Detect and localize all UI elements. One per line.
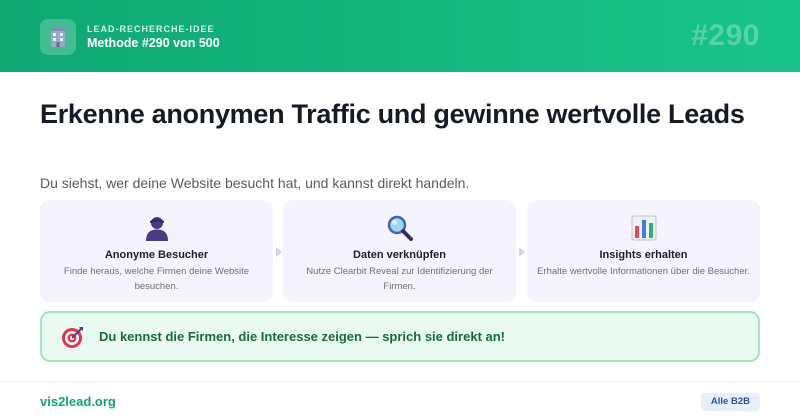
step-card-insights-erhalten: Insights erhalten Erhalte wertvolle Info…	[527, 200, 760, 302]
callout-box: Du kennst die Firmen, die Interesse zeig…	[40, 311, 760, 362]
header-kicker: LEAD-RECHERCHE-IDEE	[87, 24, 215, 34]
step-arrow-icon	[519, 247, 525, 257]
step-title: Anonyme Besucher	[104, 249, 209, 261]
step-arrow-icon	[276, 247, 282, 257]
page-subtitle: Du siehst, wer deine Website besucht hat…	[40, 175, 470, 191]
callout-text: Du kennst die Firmen, die Interesse zeig…	[99, 329, 506, 344]
step-description: Nutze Clearbit Reveal zur Identifizierun…	[306, 266, 493, 292]
person-silhouette-icon	[145, 217, 168, 241]
bar-chart-icon	[631, 215, 656, 241]
page-title: Erkenne anonymen Traffic und gewinne wer…	[40, 99, 745, 129]
footer-divider	[0, 381, 800, 382]
step-card-daten-verknuepfen: Daten verknüpfen Nutze Clearbit Reveal z…	[283, 200, 516, 302]
step-title: Daten verknüpfen	[353, 249, 446, 261]
header-banner: LEAD-RECHERCHE-IDEE Methode #290 von 500…	[0, 0, 800, 72]
target-dart-icon	[62, 327, 83, 348]
steps-row: Anonyme Besucher Finde heraus, welche Fi…	[40, 200, 760, 302]
step-title: Insights erhalten	[599, 249, 688, 261]
method-number: #290	[691, 19, 760, 52]
footer-website-link[interactable]: vis2lead.org	[40, 394, 116, 409]
building-icon	[51, 28, 65, 47]
logo-box	[40, 19, 76, 55]
footer-category-badge: Alle B2B	[700, 393, 760, 411]
header-subtitle: Methode #290 von 500	[87, 36, 220, 50]
step-card-anonyme-besucher: Anonyme Besucher Finde heraus, welche Fi…	[40, 200, 273, 302]
magnifier-icon	[387, 215, 413, 241]
step-description: Erhalte wertvolle Informationen über die…	[537, 266, 750, 277]
step-description: Finde heraus, welche Firmen deine Websit…	[63, 266, 250, 292]
